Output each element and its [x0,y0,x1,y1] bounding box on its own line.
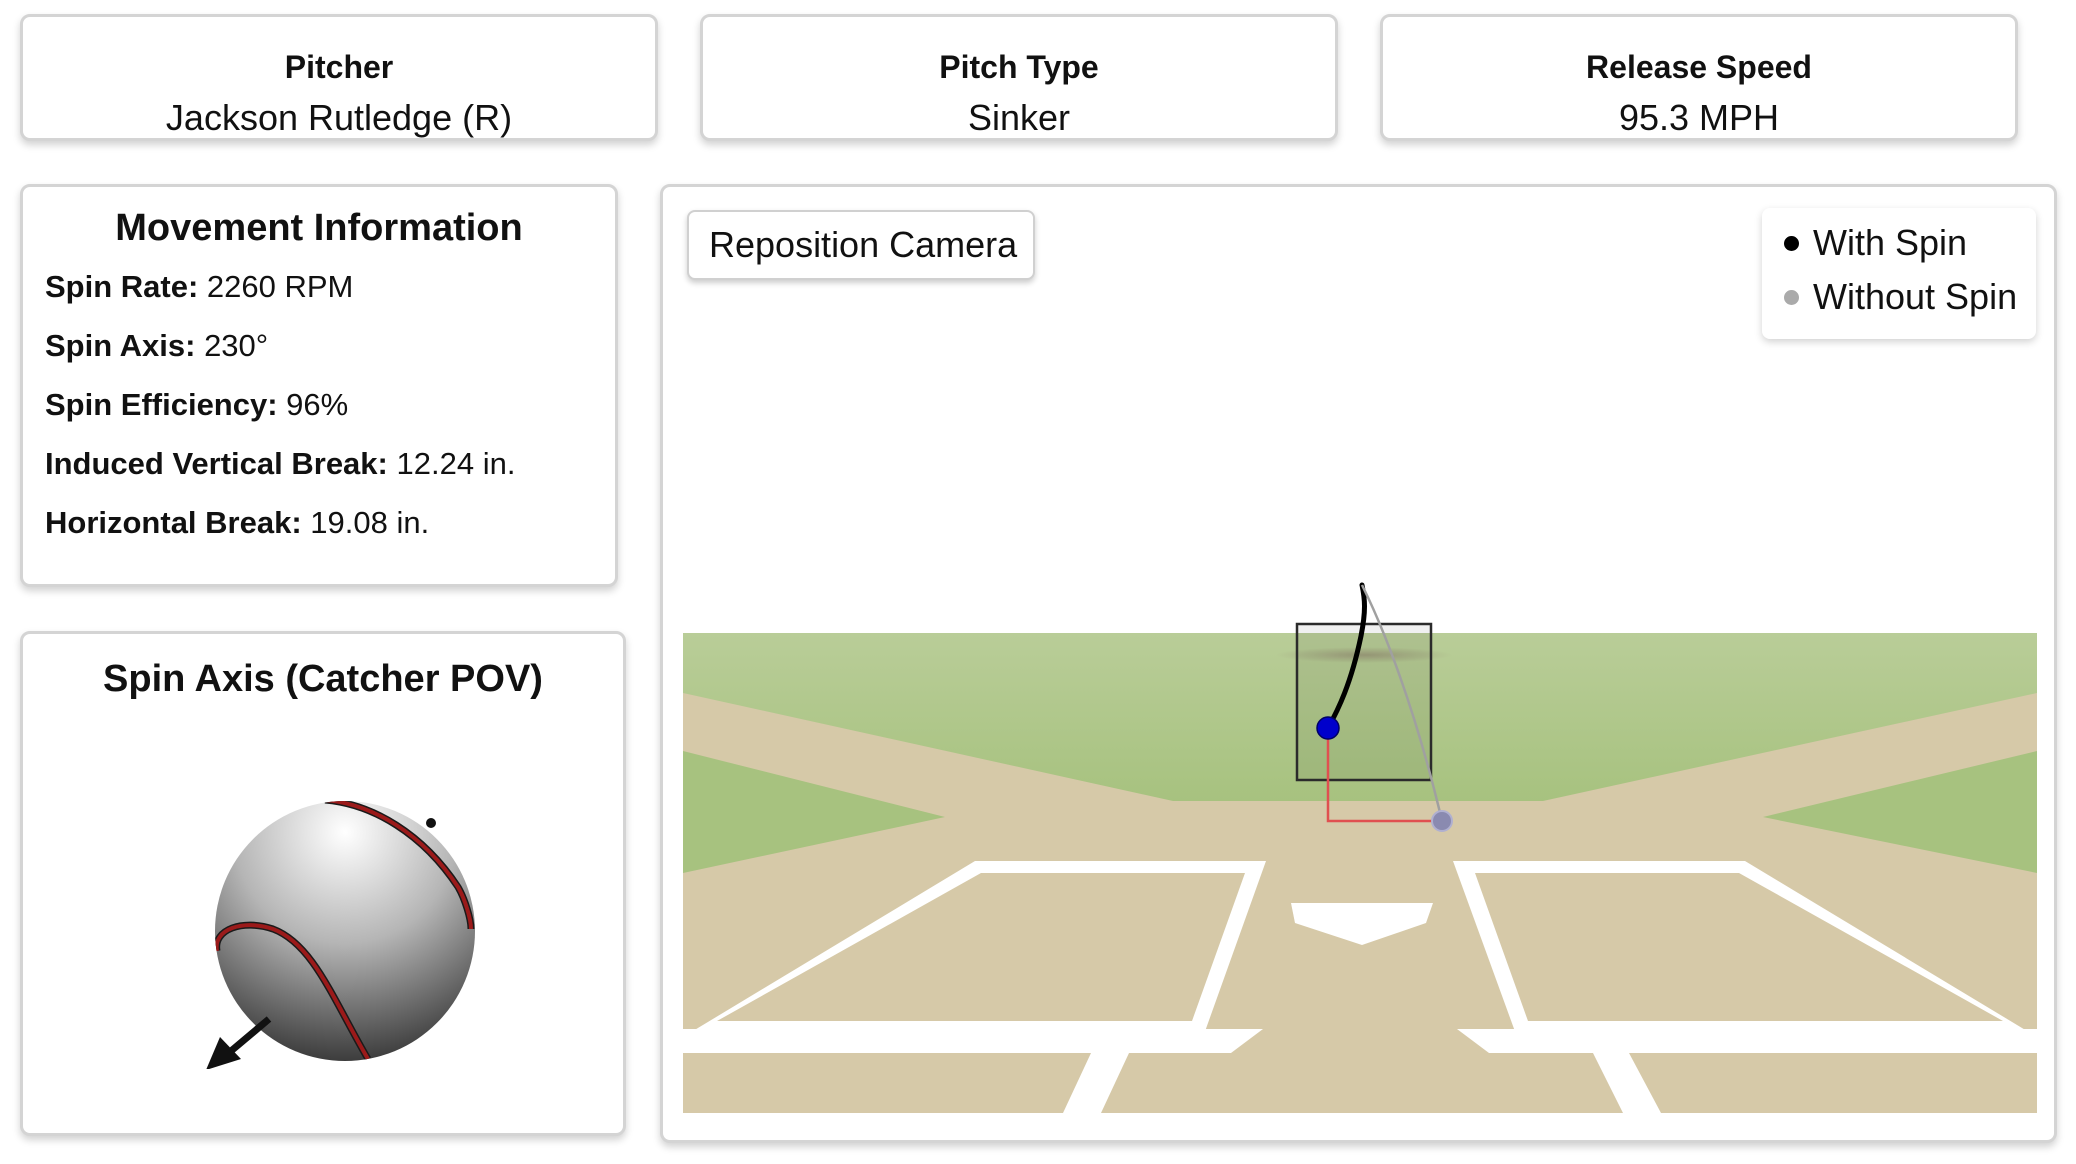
stat-value: 96% [286,387,349,422]
legend-dot-icon [1784,289,1799,305]
stat-value: 19.08 in. [310,505,430,540]
release-speed-value: 95.3 MPH [1618,97,1780,138]
pitch-type-value: Sinker [967,97,1071,138]
legend: With Spin Without Spin [1762,208,2036,339]
ball-without-spin [1431,810,1453,832]
release-speed-label: Release Speed [1586,49,1812,85]
stat-horizontal-break: Horizontal Break: 19.08 in. [45,505,429,541]
stat-value: 230° [204,328,269,363]
spin-axis-line [228,1016,272,1054]
stat-spin-efficiency: Spin Efficiency: 96% [45,387,348,423]
legend-item-with-spin: With Spin [1784,222,1967,264]
movement-info-card: Movement Information Spin Rate: 2260 RPM… [20,184,618,587]
spin-axis-card: Spin Axis (Catcher POV) [20,631,626,1136]
legend-label: Without Spin [1813,276,2018,317]
stat-label: Horizontal Break: [45,505,302,540]
legend-label: With Spin [1813,222,1968,263]
stat-spin-axis: Spin Axis: 230° [45,328,268,364]
pitch-type-card: Pitch Type Sinker [700,14,1338,141]
stat-label: Induced Vertical Break: [45,446,388,481]
stat-value: 2260 RPM [206,269,354,304]
pitch-visualizer-card[interactable]: Reposition Camera With Spin Without Spin [660,184,2057,1143]
reposition-camera-button[interactable]: Reposition Camera [687,210,1035,280]
release-speed-card: Release Speed 95.3 MPH [1380,14,2018,141]
stat-value: 12.24 in. [396,446,516,481]
legend-dot-icon [1784,235,1799,251]
spin-axis-title: Spin Axis (Catcher POV) [103,658,543,700]
pitch-type-label: Pitch Type [939,49,1099,85]
legend-item-without-spin: Without Spin [1784,276,2017,318]
axis-exit-point [426,818,436,828]
baseball-spin-axis-graphic[interactable] [173,769,493,1069]
pitcher-value: Jackson Rutledge (R) [165,97,513,138]
pitcher-label: Pitcher [284,49,394,85]
stat-label: Spin Efficiency: [45,387,278,422]
ball-with-spin [1316,716,1340,740]
stat-label: Spin Axis: [45,328,196,363]
movement-info-title: Movement Information [115,207,523,249]
stat-spin-rate: Spin Rate: 2260 RPM [45,269,353,305]
stat-induced-vertical-break: Induced Vertical Break: 12.24 in. [45,446,515,482]
strike-zone [1295,622,1433,782]
stat-label: Spin Rate: [45,269,199,304]
pitcher-card: Pitcher Jackson Rutledge (R) [20,14,658,141]
spin-axis-arrow-icon [206,1037,241,1069]
